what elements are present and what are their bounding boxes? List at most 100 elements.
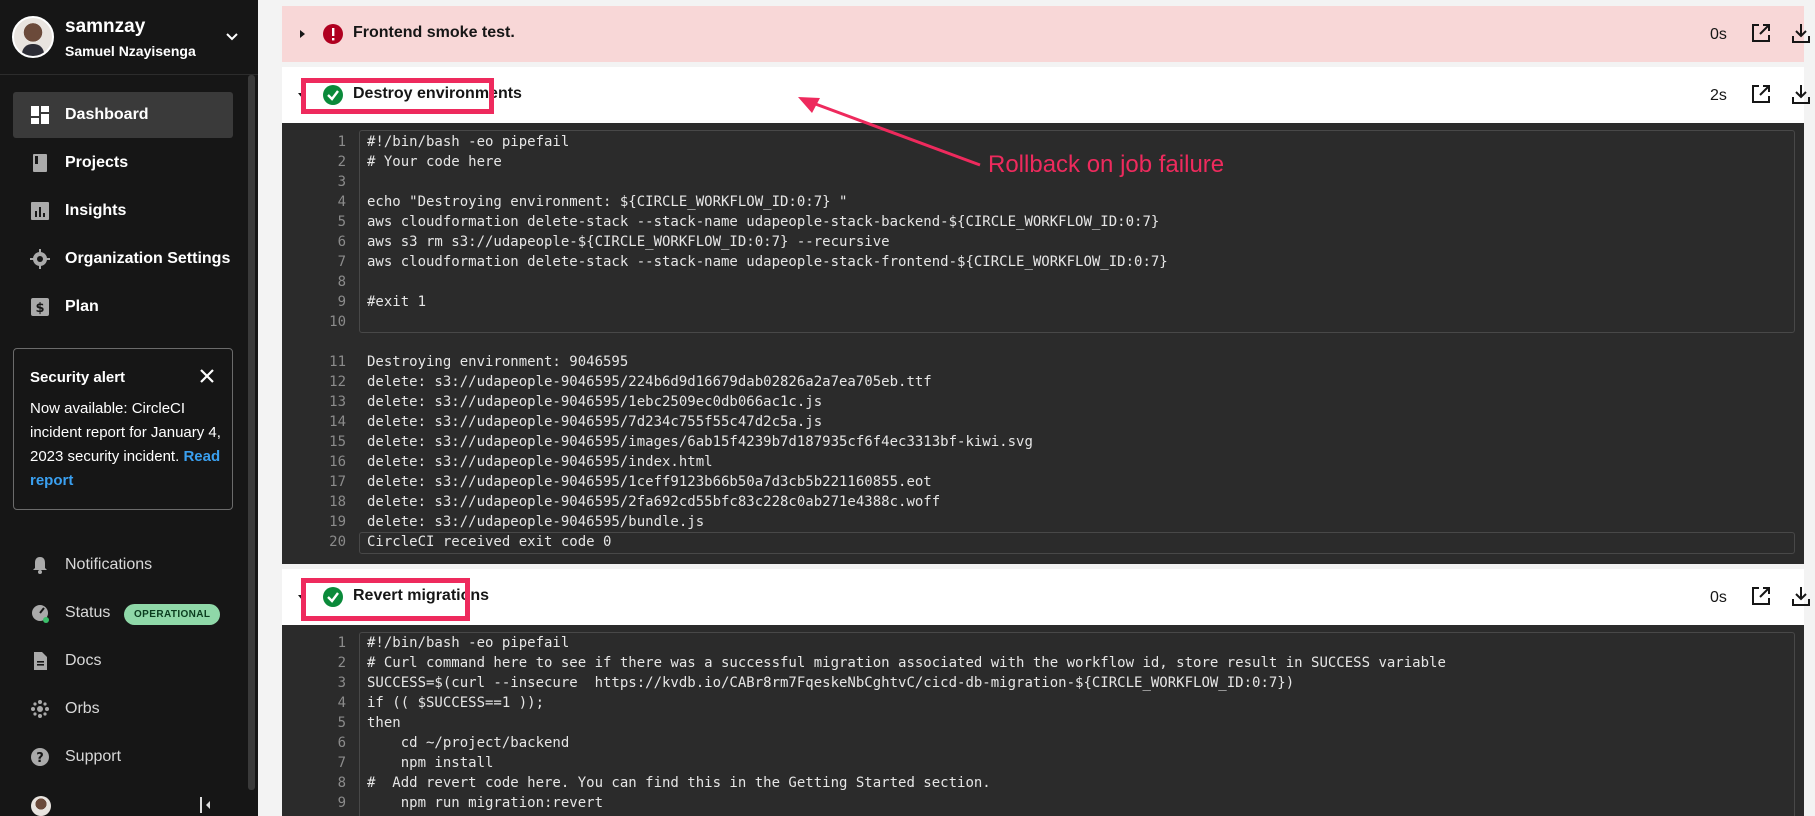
step-duration: 0s — [1710, 589, 1727, 606]
security-alert: Security alert Now available: CircleCI i… — [13, 348, 233, 510]
nav-label: Notifications — [65, 556, 153, 573]
nav-label: Insights — [65, 202, 127, 219]
line-number: 13 — [329, 394, 346, 410]
user-menu[interactable]: samnzay Samuel Nzayisenga — [0, 0, 258, 75]
line-text: #exit 1 — [367, 294, 427, 310]
line-text: CircleCI received exit code 0 — [367, 534, 612, 550]
download-icon[interactable] — [1790, 83, 1812, 105]
nav-orbs[interactable]: Orbs — [13, 686, 233, 732]
line-number: 3 — [337, 675, 346, 691]
step-destroy-environments[interactable]: Destroy environments 2s — [282, 67, 1810, 123]
chart-icon — [31, 202, 49, 220]
line-text: delete: s3://udapeople-9046595/1ebc2509e… — [367, 394, 823, 410]
step-duration: 0s — [1710, 26, 1727, 43]
line-text: echo "Destroying environment: ${CIRCLE_W… — [367, 194, 848, 210]
line-number: 11 — [329, 354, 346, 370]
line-text: npm install — [367, 755, 494, 771]
line-number: 8 — [337, 274, 346, 290]
line-text: if (( $SUCCESS==1 )); — [367, 695, 545, 711]
nav-docs[interactable]: Docs — [13, 638, 233, 684]
sidebar-scrollbar[interactable] — [248, 75, 255, 790]
job-steps: Frontend smoke test. 0s Destroy environm… — [258, 0, 1815, 816]
line-number: 17 — [329, 474, 346, 490]
line-number: 4 — [337, 695, 346, 711]
line-text: delete: s3://udapeople-9046595/224b6d9d1… — [367, 374, 932, 390]
line-number: 6 — [337, 735, 346, 751]
step-duration: 2s — [1710, 87, 1727, 104]
line-text: cd ~/project/backend — [367, 735, 570, 751]
line-text: aws cloudformation delete-stack --stack-… — [367, 254, 1168, 270]
line-text: delete: s3://udapeople-9046595/7d234c755… — [367, 414, 823, 430]
sidebar: samnzay Samuel Nzayisenga Dashboard Proj… — [0, 0, 258, 816]
destroy-environments-output: 1 #!/bin/bash -eo pipefail 2 # Your code he… — [282, 123, 1804, 564]
status-badge: OPERATIONAL — [124, 604, 221, 625]
line-text: SUCCESS=$(curl --insecure https://kvdb.i… — [367, 675, 1295, 691]
svg-text:$: $ — [35, 301, 44, 316]
highlight-box — [301, 78, 494, 114]
line-text: # Add revert code here. You can find thi… — [367, 775, 991, 791]
line-number: 4 — [337, 194, 346, 210]
line-number: 1 — [337, 635, 346, 651]
dollar-icon: $ — [31, 298, 49, 316]
open-in-new-icon[interactable] — [1750, 585, 1772, 607]
line-number: 1 — [337, 134, 346, 150]
line-number: 14 — [329, 414, 346, 430]
gauge-icon — [32, 605, 49, 623]
step-frontend-smoke-test[interactable]: Frontend smoke test. 0s — [282, 6, 1810, 62]
gear-icon — [30, 249, 50, 269]
line-number: 3 — [337, 174, 346, 190]
line-text: # Your code here — [367, 154, 502, 170]
nav-label: Organization Settings — [65, 250, 231, 267]
line-number: 6 — [337, 234, 346, 250]
line-number: 9 — [337, 294, 346, 310]
error-icon — [323, 24, 343, 44]
line-number: 10 — [329, 314, 346, 330]
nav-insights[interactable]: Insights — [13, 188, 233, 234]
step-revert-migrations[interactable]: Revert migrations 0s — [282, 569, 1810, 625]
user-full-name: Samuel Nzayisenga — [65, 43, 196, 59]
orb-icon — [31, 700, 49, 718]
nav-label: Projects — [65, 154, 129, 171]
line-number: 8 — [337, 775, 346, 791]
line-text: npm run migration:revert — [367, 795, 604, 811]
chevron-down-icon[interactable] — [224, 28, 240, 44]
alert-body: Now available: CircleCI incident report … — [30, 397, 226, 493]
line-number: 2 — [337, 154, 346, 170]
book-icon — [33, 154, 47, 172]
line-number: 20 — [329, 534, 346, 550]
nav-projects[interactable]: Projects — [13, 140, 233, 186]
line-number: 2 — [337, 655, 346, 671]
line-text: Destroying environment: 9046595 — [367, 354, 629, 370]
line-number: 15 — [329, 434, 346, 450]
nav-label: Dashboard — [65, 106, 149, 123]
nav-plan[interactable]: $ Plan — [13, 284, 233, 330]
close-icon[interactable] — [198, 367, 216, 385]
avatar[interactable] — [31, 796, 51, 816]
alert-title: Security alert — [30, 369, 126, 386]
step-title: Frontend smoke test. — [353, 24, 515, 41]
svg-text:?: ? — [36, 751, 44, 766]
nav-support[interactable]: ? Support — [13, 734, 233, 780]
line-text: #!/bin/bash -eo pipefail — [367, 635, 570, 651]
caret-right-icon[interactable] — [297, 29, 307, 39]
line-number: 9 — [337, 795, 346, 811]
nav-notifications[interactable]: Notifications — [13, 542, 233, 588]
open-in-new-icon[interactable] — [1750, 83, 1772, 105]
line-number: 7 — [337, 755, 346, 771]
open-in-new-icon[interactable] — [1750, 22, 1772, 44]
line-number: 19 — [329, 514, 346, 530]
help-icon: ? — [31, 748, 49, 766]
download-icon[interactable] — [1790, 22, 1812, 44]
line-text: delete: s3://udapeople-9046595/index.htm… — [367, 454, 713, 470]
line-number: 12 — [329, 374, 346, 390]
line-number: 16 — [329, 454, 346, 470]
download-icon[interactable] — [1790, 585, 1812, 607]
line-text: aws s3 rm s3://udapeople-${CIRCLE_WORKFL… — [367, 234, 890, 250]
nav-dashboard[interactable]: Dashboard — [13, 92, 233, 138]
nav-label: Docs — [65, 652, 102, 669]
nav-organization-settings[interactable]: Organization Settings — [13, 236, 233, 282]
line-number: 5 — [337, 715, 346, 731]
document-icon — [34, 652, 47, 670]
collapse-sidebar-icon[interactable] — [199, 796, 213, 814]
dashboard-icon — [31, 106, 49, 124]
